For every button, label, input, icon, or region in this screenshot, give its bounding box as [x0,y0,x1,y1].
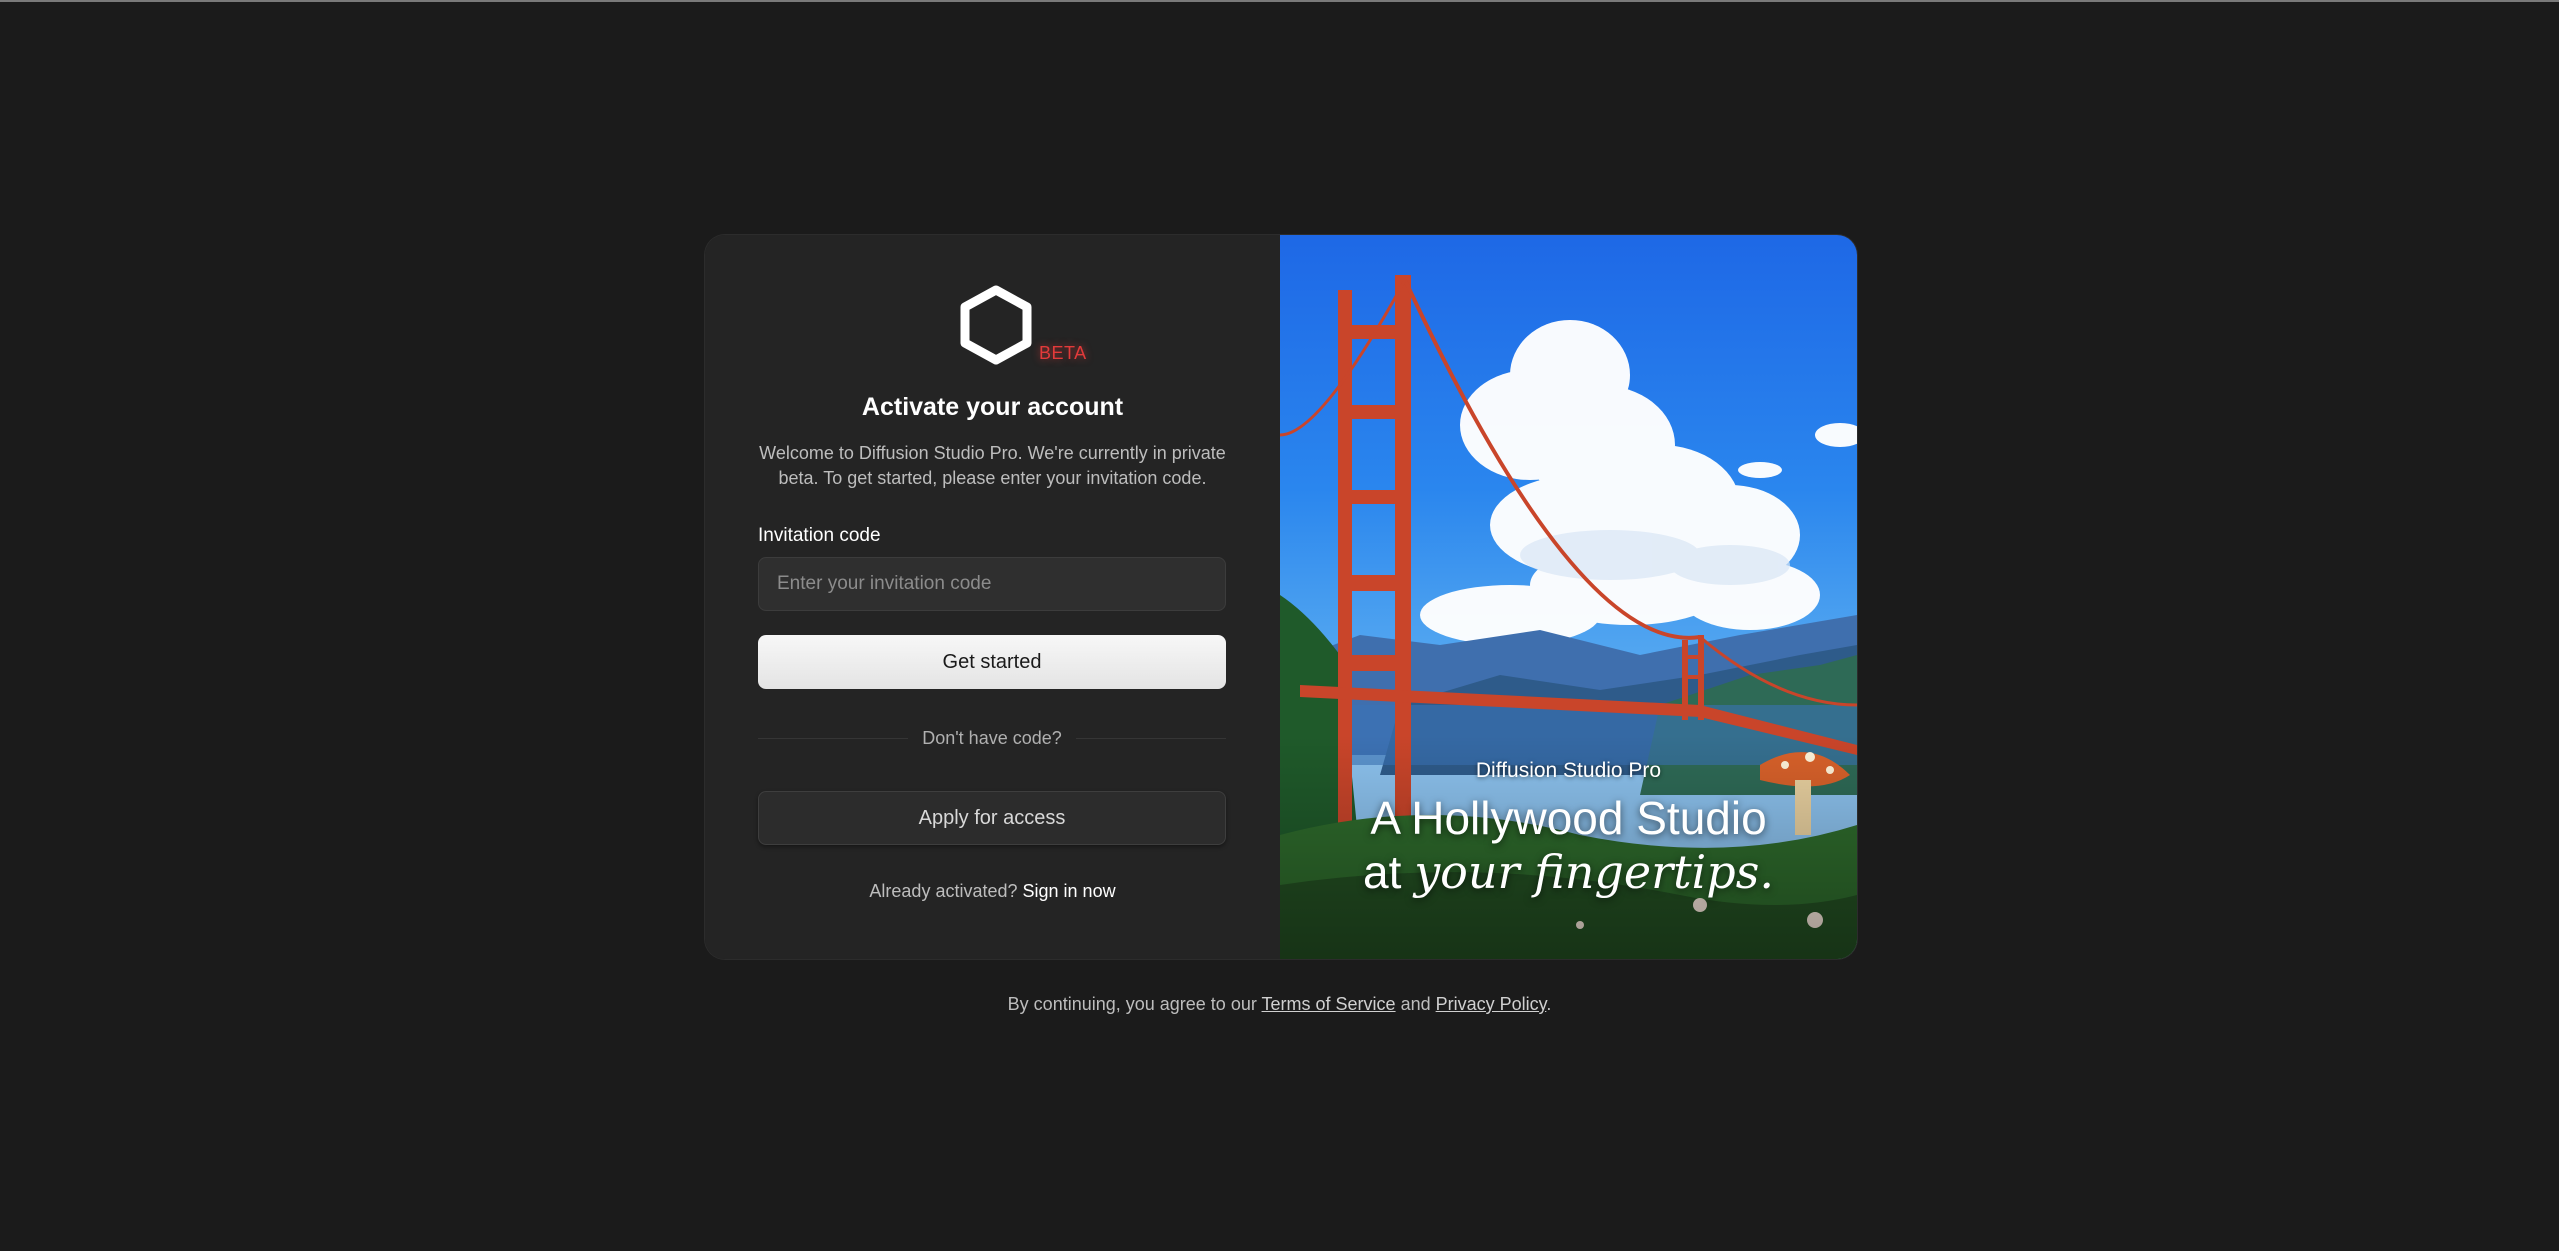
hero-headline-line1: A Hollywood Studio [1370,792,1767,844]
activation-card: BETA Activate your account Welcome to Di… [705,235,1857,959]
page-subtitle: Welcome to Diffusion Studio Pro. We're c… [759,443,1226,488]
invitation-code-label: Invitation code [758,525,881,546]
window-top-border [0,0,2559,2]
sign-in-link[interactable]: Sign in now [1023,881,1116,901]
hexagon-logo-icon [960,285,1032,365]
hero-headline-line2: at your fingertips. [1280,845,1857,899]
hero-brand: Diffusion Studio Pro [1475,759,1662,782]
footer-prefix: By continuing, you agree to our [1007,994,1262,1014]
signin-row: Already activated? Sign in now [705,881,1280,902]
hero-image-panel: Diffusion Studio Pro A Hollywood Studio … [1280,235,1857,959]
hero-headline-italic: your fingertips. [1414,845,1774,899]
footer-suffix: . [1546,994,1552,1014]
footer-and: and [1395,994,1436,1014]
activation-form-panel: BETA Activate your account Welcome to Di… [705,235,1280,959]
legal-footer: By continuing, you agree to our Terms of… [0,994,2559,1015]
already-activated-text: Already activated? [869,881,1018,901]
logo-area: BETA [705,285,1280,375]
apply-for-access-button[interactable]: Apply for access [758,791,1226,845]
privacy-policy-link[interactable]: Privacy Policy [1436,994,1547,1014]
beta-badge: BETA [1039,343,1087,363]
invitation-code-input[interactable] [758,557,1226,611]
terms-of-service-link[interactable]: Terms of Service [1262,994,1396,1014]
divider: Don't have code? [758,728,1226,748]
get-started-button[interactable]: Get started [758,635,1226,689]
hero-headline-prefix: at [1363,846,1415,898]
page-title: Activate your account [861,393,1124,421]
divider-line-right [1076,738,1226,739]
